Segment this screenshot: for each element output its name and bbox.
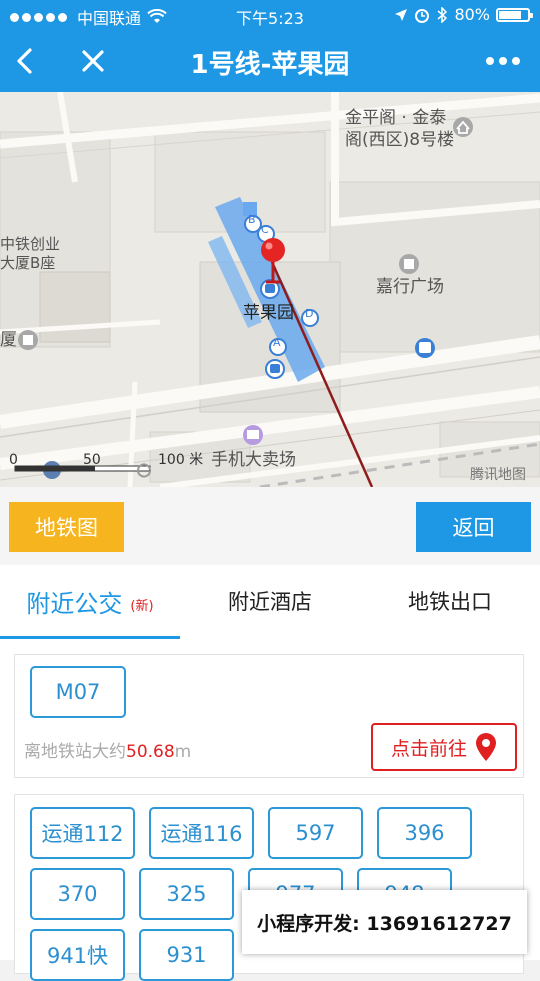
goto-label: 点击前往 <box>390 737 467 760</box>
tab-label: 附近酒店 <box>228 590 312 614</box>
map-view[interactable]: 金平阁 · 金泰 阁(西区)8号楼 中铁创业 大厦B座 厦 嘉行广场 苹果园 手… <box>0 92 540 487</box>
tab-subway-exits[interactable]: 地铁出口 <box>360 565 540 637</box>
scale-label-100: 100 米 <box>158 452 204 468</box>
scale-label-50: 50 <box>83 452 101 468</box>
route-chip[interactable]: 运通116 <box>149 807 254 859</box>
station-label: 苹果园 <box>243 303 294 323</box>
map-provider-label: 腾讯地图 <box>470 467 526 483</box>
scale-label-0: 0 <box>9 452 18 468</box>
route-chip[interactable]: 597 <box>268 807 363 859</box>
new-badge: (新) <box>130 598 154 614</box>
nav-bar: 1号线-苹果园 <box>0 30 540 92</box>
exit-b-label: B <box>248 213 256 226</box>
route-chip[interactable]: 931 <box>139 929 234 981</box>
status-right: 80% <box>394 5 533 24</box>
map-canvas <box>0 92 540 487</box>
back-button[interactable]: 返回 <box>416 502 531 552</box>
tab-nearby-hotels[interactable]: 附近酒店 <box>180 565 360 637</box>
tab-label: 附近公交 <box>26 589 123 618</box>
location-pin-icon <box>476 733 496 761</box>
tab-label: 地铁出口 <box>408 590 492 614</box>
active-tab-indicator <box>0 636 180 639</box>
battery-level <box>499 10 521 19</box>
distance-prefix: 离地铁站大约 <box>24 742 126 762</box>
exit-a-label: A <box>273 336 281 349</box>
distance-value: 50.68 <box>126 742 175 762</box>
action-bar: 地铁图 返回 <box>0 487 540 565</box>
poi-label-jinping: 金平阁 · 金泰 阁(西区)8号楼 <box>345 108 455 150</box>
contact-watermark: 小程序开发: 13691612727 <box>242 890 527 954</box>
route-chip[interactable]: 941快 <box>30 929 125 981</box>
route-chip[interactable]: 396 <box>377 807 472 859</box>
alarm-icon <box>415 8 430 23</box>
route-chip[interactable]: M07 <box>30 666 126 718</box>
battery-icon <box>496 7 533 22</box>
route-chip[interactable]: 运通112 <box>30 807 135 859</box>
tab-bar: 附近公交 (新) 附近酒店 地铁出口 <box>0 565 540 640</box>
location-arrow-icon <box>395 8 408 21</box>
poi-label-xia: 厦 <box>0 330 17 350</box>
exit-c-label: C <box>261 223 269 236</box>
poi-label-phone-mall: 手机大卖场 <box>211 450 296 470</box>
distance-text: 离地铁站大约50.68m <box>24 737 191 762</box>
status-bar: 中国联通 下午5:23 80% <box>0 0 540 30</box>
goto-button[interactable]: 点击前往 <box>371 723 517 771</box>
poi-label-zhongtie: 中铁创业 大厦B座 <box>0 235 61 272</box>
route-chip[interactable]: 370 <box>30 868 125 920</box>
poi-label-jiaxing: 嘉行广场 <box>376 277 444 297</box>
route-chip[interactable]: 325 <box>139 868 234 920</box>
page-title: 1号线-苹果园 <box>190 50 350 80</box>
exit-d-label: D <box>305 307 314 320</box>
tab-nearby-bus[interactable]: 附近公交 (新) <box>0 565 180 637</box>
battery-percent: 80% <box>454 5 490 24</box>
more-icon <box>486 57 520 65</box>
bluetooth-icon <box>437 6 448 23</box>
distance-unit: m <box>174 742 192 762</box>
bus-stop-card: M07 离地铁站大约50.68m 点击前往 <box>14 654 524 778</box>
metro-map-button[interactable]: 地铁图 <box>9 502 124 552</box>
more-button[interactable] <box>480 38 526 84</box>
